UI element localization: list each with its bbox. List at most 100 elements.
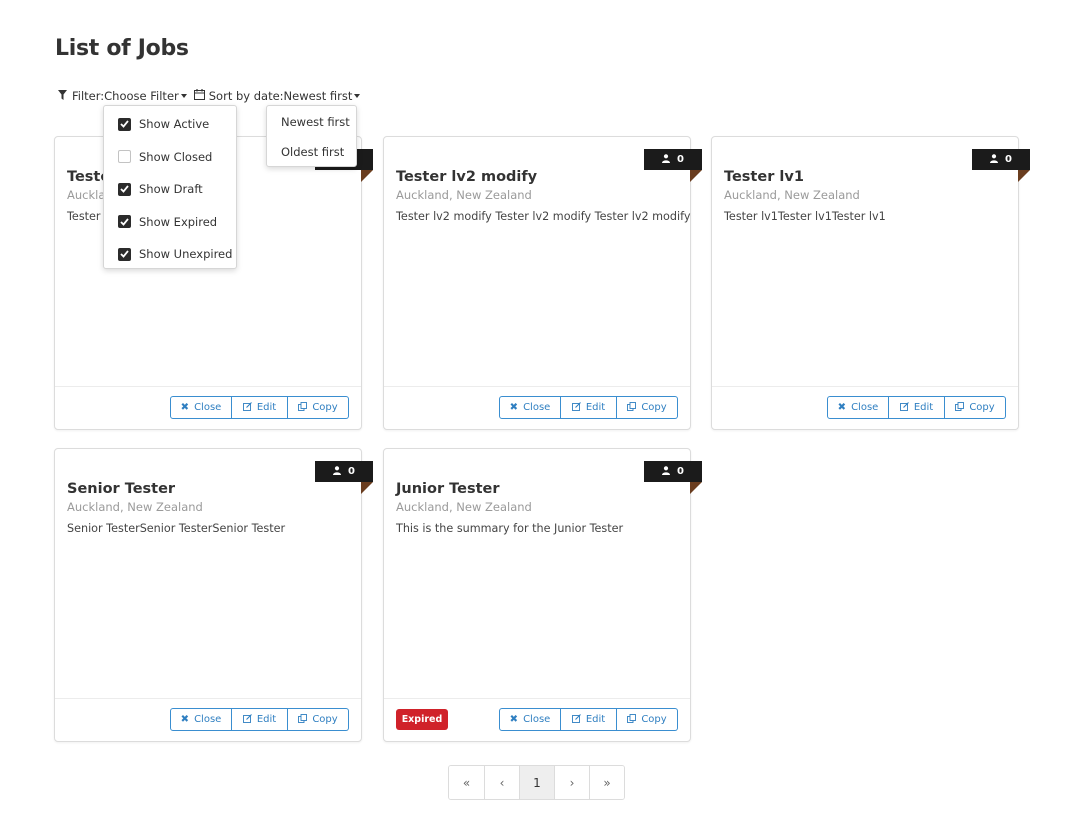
job-card[interactable]: Senior Tester Auckland, New Zealand Seni… — [54, 448, 373, 742]
first-page-button[interactable]: « — [449, 766, 484, 799]
copy-job-button[interactable]: Copy — [945, 396, 1006, 419]
edit-job-button[interactable]: Edit — [232, 396, 288, 419]
close-label: Close — [851, 402, 879, 413]
filter-option-expired[interactable]: Show Expired — [104, 206, 236, 239]
edit-job-button[interactable]: Edit — [232, 708, 288, 731]
copy-job-button[interactable]: Copy — [617, 396, 678, 419]
edit-label: Edit — [256, 714, 277, 725]
x-icon: ✖ — [180, 714, 190, 725]
job-title[interactable]: Junior Tester — [396, 481, 500, 497]
applicants-count: 0 — [677, 154, 684, 165]
ribbon-fold — [361, 170, 373, 182]
checkbox-checked-icon[interactable] — [118, 247, 131, 261]
job-location: Auckland, New Zealand — [67, 500, 203, 514]
card-actions: ✖ Close Edit Copy — [170, 396, 349, 419]
x-icon: ✖ — [180, 402, 190, 413]
filter-option-unexpired[interactable]: Show Unexpired — [104, 238, 236, 271]
applicants-badge: 0 — [644, 461, 702, 482]
card-actions: ✖ Close Edit Copy — [827, 396, 1006, 419]
job-title[interactable]: Tester lv2 modify — [396, 169, 537, 185]
next-page-button[interactable]: › — [554, 766, 589, 799]
pencil-square-icon — [571, 401, 581, 414]
edit-label: Edit — [585, 402, 606, 413]
caret-down-icon — [180, 94, 187, 98]
sort-label: Sort by date: — [208, 89, 284, 103]
applicants-badge: 0 — [644, 149, 702, 170]
close-job-button[interactable]: ✖ Close — [499, 396, 561, 419]
caret-down-icon — [354, 94, 361, 98]
user-icon — [662, 465, 671, 478]
job-title[interactable]: Tester lv1 — [724, 169, 804, 185]
job-card[interactable]: Junior Tester Auckland, New Zealand This… — [383, 448, 702, 742]
edit-label: Edit — [256, 402, 277, 413]
close-label: Close — [523, 714, 551, 725]
pencil-square-icon — [242, 401, 252, 414]
ribbon-fold — [690, 482, 702, 494]
checkbox-unchecked-icon[interactable] — [118, 150, 131, 164]
checkbox-checked-icon[interactable] — [118, 182, 131, 196]
sort-option-oldest[interactable]: Oldest first — [267, 137, 356, 167]
ribbon-fold — [1018, 170, 1030, 182]
edit-job-button[interactable]: Edit — [561, 396, 617, 419]
edit-label: Edit — [913, 402, 934, 413]
page-title: List of Jobs — [55, 36, 189, 61]
filter-option-closed[interactable]: Show Closed — [104, 141, 236, 174]
pencil-square-icon — [242, 713, 252, 726]
copy-icon — [298, 401, 308, 414]
copy-icon — [298, 713, 308, 726]
ribbon-fold — [361, 482, 373, 494]
filter-value: Choose Filter — [104, 89, 179, 103]
filter-option-label: Show Active — [139, 117, 210, 132]
edit-job-button[interactable]: Edit — [889, 396, 945, 419]
checkbox-checked-icon[interactable] — [118, 117, 131, 131]
job-summary: Tester lv1Tester lv1Tester lv1 — [724, 210, 886, 223]
card-footer: Expired ✖ Close Edit Copy — [384, 698, 690, 741]
expired-badge: Expired — [396, 709, 448, 730]
prev-page-button[interactable]: ‹ — [484, 766, 519, 799]
edit-job-button[interactable]: Edit — [561, 708, 617, 731]
job-location: Auckland, New Zealand — [724, 188, 860, 202]
copy-icon — [627, 713, 637, 726]
close-job-button[interactable]: ✖ Close — [827, 396, 889, 419]
current-page-button[interactable]: 1 — [519, 766, 554, 799]
card-footer: ✖ Close Edit Copy — [384, 386, 690, 429]
x-icon: ✖ — [837, 402, 847, 413]
card-actions: ✖ Close Edit Copy — [499, 708, 678, 731]
applicants-count: 0 — [1005, 154, 1012, 165]
filter-option-label: Show Closed — [139, 149, 213, 164]
card-footer: ✖ Close Edit Copy — [712, 386, 1018, 429]
close-job-button[interactable]: ✖ Close — [170, 708, 232, 731]
copy-job-button[interactable]: Copy — [288, 396, 349, 419]
job-summary: Senior TesterSenior TesterSenior Tester — [67, 522, 286, 535]
pencil-square-icon — [571, 713, 581, 726]
job-summary: Tester lv2 modify Tester lv2 modify Test… — [396, 210, 691, 223]
close-label: Close — [523, 402, 551, 413]
job-card[interactable]: Tester lv2 modify Auckland, New Zealand … — [383, 136, 702, 430]
user-icon — [333, 465, 342, 478]
job-summary: This is the summary for the Junior Teste… — [396, 522, 624, 535]
close-job-button[interactable]: ✖ Close — [170, 396, 232, 419]
filter-option-active[interactable]: Show Active — [104, 108, 236, 141]
job-card[interactable]: Tester lv1 Auckland, New Zealand Tester … — [711, 136, 1030, 430]
pagination: « ‹ 1 › » — [448, 765, 625, 800]
job-title[interactable]: Senior Tester — [67, 481, 175, 497]
close-job-button[interactable]: ✖ Close — [499, 708, 561, 731]
checkbox-checked-icon[interactable] — [118, 215, 131, 229]
filter-dropdown-toggle[interactable]: Filter: Choose Filter — [58, 89, 187, 103]
close-label: Close — [194, 402, 222, 413]
applicants-badge: 0 — [972, 149, 1030, 170]
sort-option-newest[interactable]: Newest first — [267, 107, 356, 137]
sort-menu: Newest first Oldest first — [266, 105, 357, 167]
applicants-count: 0 — [677, 466, 684, 477]
filter-option-label: Show Expired — [139, 214, 218, 229]
last-page-button[interactable]: » — [589, 766, 624, 799]
filter-option-draft[interactable]: Show Draft — [104, 173, 236, 206]
pencil-square-icon — [899, 401, 909, 414]
copy-job-button[interactable]: Copy — [288, 708, 349, 731]
x-icon: ✖ — [509, 402, 519, 413]
applicants-badge: 0 — [315, 461, 373, 482]
copy-job-button[interactable]: Copy — [617, 708, 678, 731]
sort-dropdown-toggle[interactable]: Sort by date: Newest first — [193, 89, 361, 103]
applicants-count: 0 — [348, 466, 355, 477]
copy-icon — [955, 401, 965, 414]
